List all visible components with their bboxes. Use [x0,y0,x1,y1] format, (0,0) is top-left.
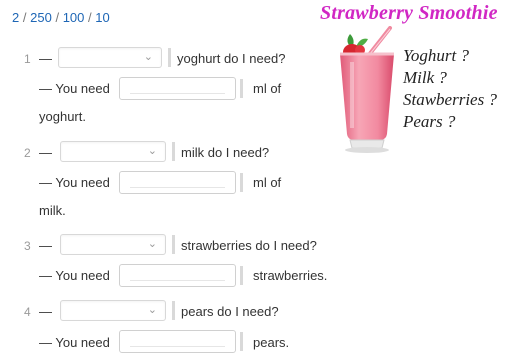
question-list: Yoghurt ? Milk ? Stawberries ? Pears ? [403,45,497,133]
illustration-title: Strawberry Smoothie [320,2,498,24]
dash: — [39,51,52,66]
dash: — [39,238,52,253]
chevron-down-icon: ⌄ [147,238,157,250]
question-text: milk do I need? [181,145,270,160]
divider-bar [240,79,243,98]
smoothie-glass-illustration [340,26,394,153]
question-milk: Milk ? [403,68,447,87]
answer-continuation: yoghurt. [39,109,86,124]
counter-part[interactable]: 100 [63,10,85,25]
counter-separator: / [55,10,60,25]
dash: — [39,304,52,319]
question-pears: Pears ? [403,112,456,131]
chevron-down-icon: ⌄ [143,51,153,63]
dash: — [39,145,52,160]
chevron-down-icon: ⌄ [147,145,157,157]
dropdown-select[interactable]: ⌄ [60,300,166,321]
smoothie-drink [340,54,394,140]
answer-prefix: — You need [39,335,110,350]
answer-continuation: milk. [39,203,66,218]
dropdown-select[interactable]: ⌄ [60,234,166,255]
question-yoghurt: Yoghurt ? [403,46,469,65]
counter-part[interactable]: 2 [12,10,19,25]
question-strawberries: Stawberries ? [403,90,497,109]
question-text: strawberries do I need? [181,238,317,253]
answer-suffix: ml of [253,175,282,190]
divider-bar [168,48,171,67]
item-number: 3 [24,239,31,253]
answer-prefix: — You need [39,268,110,283]
answer-suffix: pears. [253,335,290,350]
divider-bar [172,301,175,320]
question-text: pears do I need? [181,304,279,319]
answer-prefix: — You need [39,81,110,96]
divider-bar [240,173,243,192]
counter-separator: / [22,10,27,25]
answer-input[interactable] [119,77,236,100]
divider-bar [240,332,243,351]
counter-part[interactable]: 250 [30,10,52,25]
dropdown-select[interactable]: ⌄ [60,141,166,162]
chevron-down-icon: ⌄ [147,304,157,316]
item-number: 4 [24,305,31,319]
counter-part[interactable]: 10 [95,10,109,25]
divider-bar [240,266,243,285]
answer-suffix: strawberries. [253,268,328,283]
item-number: 2 [24,146,31,160]
divider-bar [172,235,175,254]
answer-input[interactable] [119,264,236,287]
page-counter: 2 / 250 / 100 / 10 [12,10,110,25]
counter-separator: / [88,10,92,25]
divider-bar [172,142,175,161]
dropdown-select[interactable]: ⌄ [58,47,162,68]
question-text: yoghurt do I need? [177,51,286,66]
answer-prefix: — You need [39,175,110,190]
answer-input[interactable] [119,171,236,194]
answer-input[interactable] [119,330,236,353]
answer-suffix: ml of [253,81,282,96]
item-number: 1 [24,52,31,66]
